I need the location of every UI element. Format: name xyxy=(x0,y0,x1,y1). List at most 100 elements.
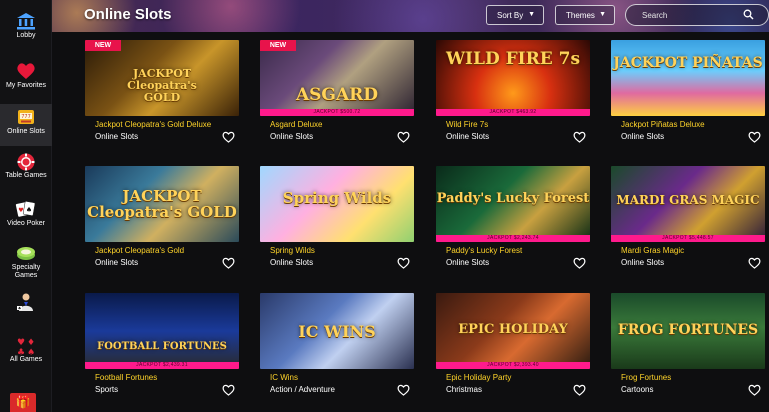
sidebar-item-online-slots[interactable]: 777 Online Slots xyxy=(0,104,52,146)
sidebar-item-label: Table Games xyxy=(5,172,47,179)
game-category: Online Slots xyxy=(621,258,665,267)
game-logo-art: FOOTBALL FORTUNES xyxy=(97,341,227,352)
slot-machine-icon: 777 xyxy=(0,108,52,126)
game-card[interactable]: JACKPOT PIÑATAS Jackpot Piñatas Deluxe Onl… xyxy=(611,40,765,150)
game-logo-art: JACKPOT Cleopatra's GOLD xyxy=(127,67,197,104)
page-title: Online Slots xyxy=(84,6,172,23)
search-icon[interactable] xyxy=(743,9,754,23)
game-logo-art: Spring Wilds xyxy=(282,189,392,207)
game-name[interactable]: Spring Wilds xyxy=(270,246,315,255)
game-thumbnail[interactable]: WILD FIRE 7s JACKPOT $463.92 xyxy=(436,40,590,116)
bingo-icon xyxy=(0,244,52,262)
game-card[interactable]: MARDI GRAS MAGIC JACKPOT $5,448.57 Mardi G… xyxy=(611,166,765,276)
game-card[interactable]: JACKPOT Cleopatra's GOLD Jackpot Cleopatr… xyxy=(85,166,239,276)
chevron-down-icon: ▼ xyxy=(528,11,535,18)
game-name[interactable]: Asgard Deluxe xyxy=(270,120,322,129)
bank-icon xyxy=(0,12,52,30)
game-thumbnail[interactable]: ASGARD NEW JACKPOT $500.72 xyxy=(260,40,414,116)
game-thumbnail[interactable]: MARDI GRAS MAGIC JACKPOT $5,448.57 xyxy=(611,166,765,242)
sidebar-item-specialty-games[interactable]: Specialty Games xyxy=(0,244,52,284)
search-box[interactable] xyxy=(625,4,769,26)
game-logo-art: Paddy's Lucky Forest xyxy=(436,191,590,206)
game-category: Christmas xyxy=(446,385,483,394)
sidebar-item-video-poker[interactable]: ♠ ♥ Video Poker xyxy=(0,200,52,238)
game-category: Action / Adventure xyxy=(270,385,335,394)
live-dealer-icon: ♠ xyxy=(0,292,52,311)
favorite-heart-icon[interactable] xyxy=(748,384,761,397)
sidebar-item-live-dealer[interactable]: ♠ xyxy=(0,292,52,318)
game-card[interactable]: IC WINS IC Wins Action / Adventure xyxy=(260,293,414,403)
game-card[interactable]: FROG FORTUNES Frog Fortunes Cartoons xyxy=(611,293,765,403)
game-name[interactable]: IC Wins xyxy=(270,373,298,382)
game-name[interactable]: Mardi Gras Magic xyxy=(621,246,684,255)
game-logo-art: IC WINS xyxy=(298,322,376,341)
gift-icon[interactable]: 🎁 xyxy=(10,393,36,412)
cards-icon: ♠ ♥ xyxy=(0,200,52,218)
search-input[interactable] xyxy=(642,10,732,20)
game-thumbnail[interactable]: JACKPOT PIÑATAS xyxy=(611,40,765,116)
themes-dropdown[interactable]: Themes ▼ xyxy=(555,5,615,25)
jackpot-bar: JACKPOT $2,393.40 xyxy=(436,362,590,369)
game-category: Online Slots xyxy=(270,132,314,141)
sort-by-dropdown[interactable]: Sort By ▼ xyxy=(486,5,544,25)
game-category: Sports xyxy=(95,385,119,394)
game-category: Online Slots xyxy=(446,132,490,141)
game-logo-art: JACKPOT Cleopatra's GOLD xyxy=(87,187,237,221)
themes-label: Themes xyxy=(566,10,595,20)
favorite-heart-icon[interactable] xyxy=(397,257,410,270)
game-thumbnail[interactable]: Paddy's Lucky Forest JACKPOT $2,243.74 xyxy=(436,166,590,242)
favorite-heart-icon[interactable] xyxy=(573,131,586,144)
game-logo-art: JACKPOT PIÑATAS xyxy=(613,55,763,71)
game-name[interactable]: Wild Fire 7s xyxy=(446,120,488,129)
game-name[interactable]: Football Fortunes xyxy=(95,373,157,382)
sidebar-item-label: Specialty Games xyxy=(11,264,41,279)
sidebar: Lobby My Favorites 777 Online Slots Tabl… xyxy=(0,0,52,412)
svg-text:♥: ♥ xyxy=(17,338,25,348)
game-thumbnail[interactable]: IC WINS xyxy=(260,293,414,369)
favorite-heart-icon[interactable] xyxy=(222,257,235,270)
game-name[interactable]: Paddy's Lucky Forest xyxy=(446,246,522,255)
sidebar-item-all-games[interactable]: ♥ ♦ ♣ ♠ All Games xyxy=(0,336,52,374)
game-logo-art: WILD FIRE 7s xyxy=(445,49,581,69)
favorite-heart-icon[interactable] xyxy=(397,384,410,397)
game-name[interactable]: Jackpot Cleopatra's Gold xyxy=(95,246,184,255)
game-card[interactable]: JACKPOT Cleopatra's GOLD NEW Jackpot Cleop… xyxy=(85,40,239,150)
game-category: Cartoons xyxy=(621,385,654,394)
game-thumbnail[interactable]: FROG FORTUNES xyxy=(611,293,765,369)
poker-chip-icon xyxy=(0,152,52,171)
game-card[interactable]: WILD FIRE 7s JACKPOT $463.92 Wild Fire 7s O… xyxy=(436,40,590,150)
sidebar-item-favorites[interactable]: My Favorites xyxy=(0,62,52,100)
favorite-heart-icon[interactable] xyxy=(573,384,586,397)
game-card[interactable]: EPIC HOLIDAY JACKPOT $2,393.40 Epic Holida… xyxy=(436,293,590,403)
sidebar-item-label: All Games xyxy=(9,356,43,363)
game-thumbnail[interactable]: Spring Wilds xyxy=(260,166,414,242)
game-card[interactable]: ASGARD NEW JACKPOT $500.72 Asgard Deluxe Onl… xyxy=(260,40,414,150)
favorite-heart-icon[interactable] xyxy=(222,131,235,144)
header-bar: Online Slots Sort By ▼ Themes ▼ xyxy=(0,0,769,32)
svg-text:777: 777 xyxy=(21,114,31,120)
favorite-heart-icon[interactable] xyxy=(748,257,761,270)
favorite-heart-icon[interactable] xyxy=(397,131,410,144)
favorite-heart-icon[interactable] xyxy=(222,384,235,397)
game-thumbnail[interactable]: JACKPOT Cleopatra's GOLD xyxy=(85,166,239,242)
jackpot-bar: JACKPOT $2,243.74 xyxy=(436,235,590,242)
favorite-heart-icon[interactable] xyxy=(748,131,761,144)
game-card[interactable]: Paddy's Lucky Forest JACKPOT $2,243.74 Pad… xyxy=(436,166,590,276)
sidebar-item-table-games[interactable]: Table Games xyxy=(0,152,52,190)
game-name[interactable]: Jackpot Piñatas Deluxe xyxy=(621,120,705,129)
game-card[interactable]: FOOTBALL FORTUNES JACKPOT $2,439.31 Footba… xyxy=(85,293,239,403)
game-name[interactable]: Jackpot Cleopatra's Gold Deluxe xyxy=(95,120,211,129)
game-card[interactable]: Spring Wilds Spring Wilds Online Slots xyxy=(260,166,414,276)
svg-text:♠: ♠ xyxy=(27,348,35,356)
svg-text:♥: ♥ xyxy=(18,207,23,214)
sidebar-item-label: Video Poker xyxy=(6,220,45,227)
game-thumbnail[interactable]: FOOTBALL FORTUNES JACKPOT $2,439.31 xyxy=(85,293,239,369)
game-name[interactable]: Frog Fortunes xyxy=(621,373,671,382)
game-thumbnail[interactable]: EPIC HOLIDAY JACKPOT $2,393.40 xyxy=(436,293,590,369)
sidebar-item-lobby[interactable]: Lobby xyxy=(0,12,52,50)
game-thumbnail[interactable]: JACKPOT Cleopatra's GOLD NEW xyxy=(85,40,239,116)
jackpot-bar: JACKPOT $500.72 xyxy=(260,109,414,116)
sidebar-item-label: Lobby xyxy=(16,32,36,39)
favorite-heart-icon[interactable] xyxy=(573,257,586,270)
game-name[interactable]: Epic Holiday Party xyxy=(446,373,511,382)
